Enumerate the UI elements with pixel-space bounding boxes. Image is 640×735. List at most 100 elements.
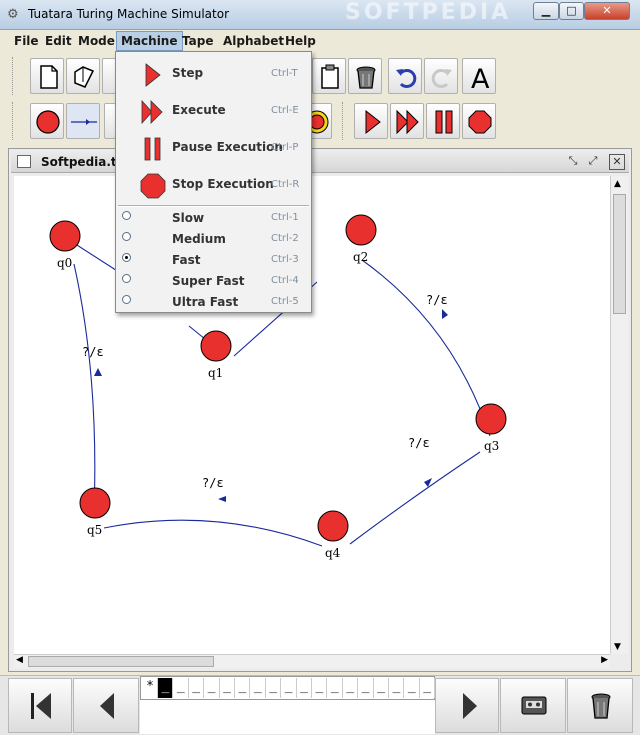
iconify-icon[interactable]: ⤡ <box>565 154 581 170</box>
tape-save-button[interactable] <box>500 678 566 733</box>
tape-cell[interactable]: _ <box>174 678 189 698</box>
font-button[interactable]: A <box>462 58 496 94</box>
state-label: q2 <box>353 250 368 264</box>
tape-cell[interactable]: _ <box>389 678 405 698</box>
transition-label[interactable]: ?/ε <box>408 436 430 450</box>
tape-cell[interactable]: _ <box>420 678 436 698</box>
tape-cell[interactable]: _ <box>235 678 251 698</box>
tape-cell[interactable]: * <box>143 678 158 698</box>
state-q3[interactable] <box>475 403 507 435</box>
tape-cell[interactable]: _ <box>251 678 266 698</box>
toolbar-file: A <box>8 55 632 99</box>
step-icon <box>145 63 161 87</box>
toolbar-separator <box>342 102 348 140</box>
menu-item-stop-execution[interactable]: Stop Execution Ctrl-R <box>116 171 311 201</box>
tape-cell[interactable]: _ <box>189 678 205 698</box>
tape-cell[interactable]: _ <box>282 678 297 698</box>
maximize-button[interactable]: □ <box>559 2 584 20</box>
state-label: q4 <box>325 546 341 560</box>
tape[interactable]: * _ _ _ _ _ _ _ _ _ _ _ _ _ _ _ _ _ _ <box>140 676 436 700</box>
state-label: q0 <box>57 256 72 270</box>
state-q0[interactable] <box>49 220 81 252</box>
transition-icon <box>71 119 97 125</box>
save-button[interactable] <box>102 58 116 94</box>
horizontal-scroll-thumb[interactable] <box>28 656 214 667</box>
tape-cell[interactable]: _ <box>205 678 220 698</box>
tape-right-button[interactable] <box>435 678 499 733</box>
state-q1[interactable] <box>200 330 232 362</box>
tape-start-button[interactable] <box>8 678 72 733</box>
tape-cell[interactable]: _ <box>328 678 343 698</box>
transition-label[interactable]: ?/ε <box>426 293 448 307</box>
add-state-button[interactable] <box>30 103 64 139</box>
toolbar-grip <box>12 57 18 95</box>
redo-button[interactable] <box>424 58 458 94</box>
edge-q4-q5[interactable] <box>103 519 323 547</box>
open-button[interactable] <box>66 58 100 94</box>
minimize-button[interactable]: ▁ <box>533 2 559 20</box>
state-q2[interactable] <box>345 214 377 246</box>
edge-q2-q3[interactable] <box>361 259 491 437</box>
close-button[interactable]: ✕ <box>584 2 630 20</box>
font-icon: A <box>471 64 490 91</box>
execute-button[interactable] <box>390 103 424 139</box>
menu-item-pause-execution[interactable]: Pause Execution Ctrl-P <box>116 134 311 164</box>
transition-label[interactable]: ?/ε <box>82 345 104 359</box>
undo-button[interactable] <box>388 58 422 94</box>
new-file-icon <box>40 65 58 89</box>
pause-icon <box>144 137 161 161</box>
close-document-icon[interactable]: ✕ <box>609 154 625 170</box>
tape-cell[interactable]: _ <box>297 678 312 698</box>
scroll-left-icon[interactable]: ◀ <box>16 655 23 665</box>
stop-button[interactable] <box>462 103 496 139</box>
add-transition-button[interactable] <box>66 103 100 139</box>
scroll-right-icon[interactable]: ▶ <box>601 655 608 665</box>
menu-mode[interactable]: Mode <box>74 31 119 51</box>
tape-cell[interactable]: _ <box>359 678 374 698</box>
tape-cell[interactable]: _ <box>374 678 389 698</box>
tape-cell[interactable]: _ <box>220 678 235 698</box>
state-q4[interactable] <box>317 510 349 542</box>
machine-canvas[interactable]: ?/ε ?/ε ?/ε ?/ε q0 q1 q2 q3 q4 q5 <box>14 176 610 654</box>
restore-icon[interactable]: ⤢ <box>585 154 601 170</box>
tape-cell[interactable]: _ <box>405 678 420 698</box>
transition-label[interactable]: ?/ε <box>202 476 224 490</box>
menu-item-execute[interactable]: Execute Ctrl-E <box>116 97 311 127</box>
pause-button[interactable] <box>426 103 460 139</box>
delete-button[interactable] <box>348 58 382 94</box>
tape-cell[interactable]: _ <box>343 678 359 698</box>
menu-file[interactable]: File <box>10 31 43 51</box>
scroll-down-icon[interactable]: ▼ <box>614 642 621 652</box>
tape-cell[interactable]: _ <box>266 678 282 698</box>
tape-cell[interactable]: _ <box>312 678 328 698</box>
tape-left-button[interactable] <box>73 678 139 733</box>
edge-q5-q0[interactable] <box>73 263 96 513</box>
menu-item-speed-fast[interactable]: Fast Ctrl-3 <box>116 252 311 273</box>
menu-alphabet[interactable]: Alphabet <box>219 31 288 51</box>
trash-icon <box>591 693 611 719</box>
state-label: q5 <box>87 523 102 537</box>
radio-icon <box>122 232 131 241</box>
desktop-pane: Softpedia.tm ⤡ ⤢ ✕ ?/ε ?/ε ?/ε ?/ε q0 q1… <box>8 148 632 672</box>
menu-tape[interactable]: Tape <box>178 31 217 51</box>
new-button[interactable] <box>30 58 64 94</box>
menu-item-speed-medium[interactable]: Medium Ctrl-2 <box>116 231 311 252</box>
menu-item-step[interactable]: Step Ctrl-T <box>116 60 311 90</box>
menu-item-speed-super-fast[interactable]: Super Fast Ctrl-4 <box>116 273 311 294</box>
tape-clear-button[interactable] <box>567 678 633 733</box>
horizontal-scrollbar[interactable]: ◀ ▶ <box>14 654 610 668</box>
menu-edit[interactable]: Edit <box>41 31 76 51</box>
vertical-scrollbar[interactable]: ▲ ▼ <box>610 176 628 654</box>
menu-item-speed-slow[interactable]: Slow Ctrl-1 <box>116 210 311 231</box>
menu-help[interactable]: Help <box>281 31 320 51</box>
edge-q3-q4[interactable] <box>349 451 481 545</box>
menu-item-speed-ultra-fast[interactable]: Ultra Fast Ctrl-5 <box>116 294 311 315</box>
step-button[interactable] <box>354 103 388 139</box>
scroll-up-icon[interactable]: ▲ <box>614 179 621 189</box>
radio-selected-icon <box>122 253 131 262</box>
vertical-scroll-thumb[interactable] <box>613 194 626 314</box>
menu-machine[interactable]: Machine <box>116 31 183 51</box>
state-q5[interactable] <box>79 487 111 519</box>
paste-button[interactable] <box>312 58 346 94</box>
tape-head-cell[interactable]: _ <box>158 678 174 698</box>
